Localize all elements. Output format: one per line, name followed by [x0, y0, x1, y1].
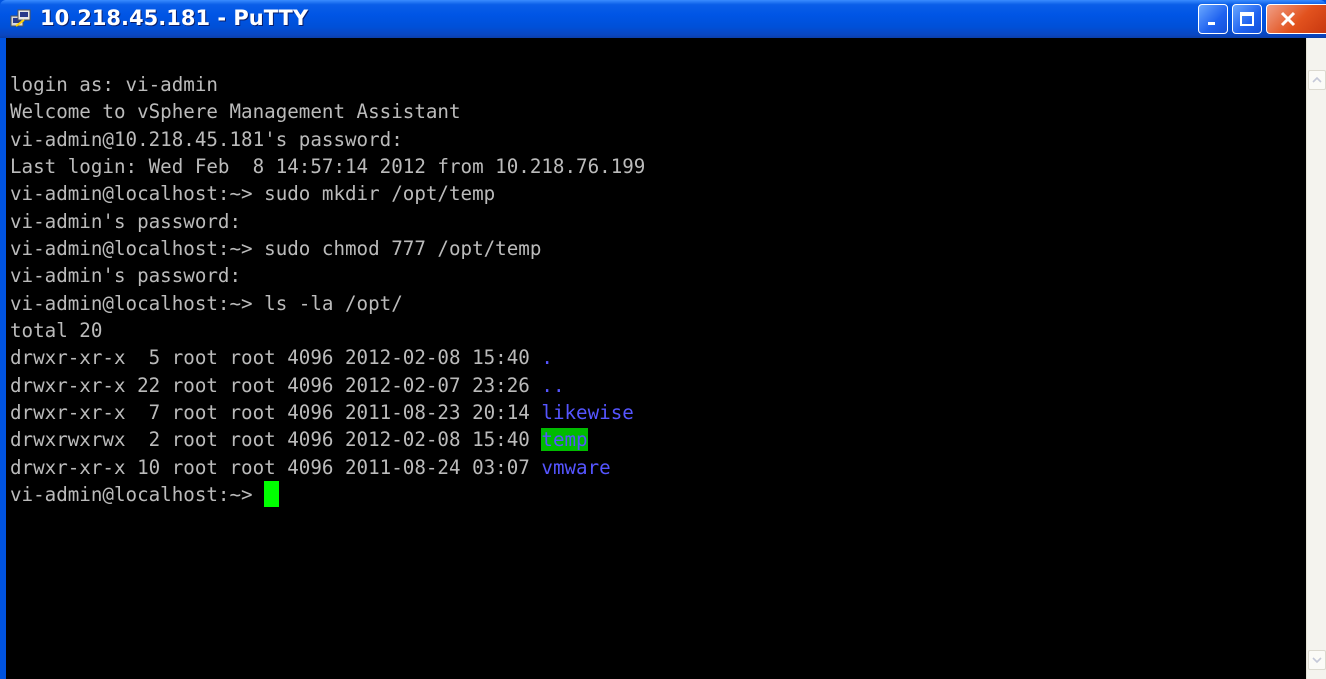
listing-details: drwxr-xr-x 5 root root 4096 2012-02-08 1… [10, 346, 542, 370]
window-title: 10.218.45.181 - PuTTY [40, 6, 309, 30]
listing-row: drwxr-xr-x 5 root root 4096 2012-02-08 1… [6, 344, 1306, 371]
terminal-line: vi-admin@localhost:~> sudo mkdir /opt/te… [10, 182, 496, 206]
terminal-line: vi-admin's password: [10, 209, 242, 233]
listing-row: drwxrwxrwx 2 root root 4096 2012-02-08 1… [6, 426, 1306, 453]
directory-name: vmware [541, 455, 611, 479]
maximize-button[interactable] [1232, 4, 1262, 34]
listing-row: drwxr-xr-x 10 root root 4096 2011-08-24 … [6, 454, 1306, 481]
scroll-up-button[interactable] [1308, 70, 1326, 90]
terminal-line: total 20 [10, 319, 103, 343]
terminal-screen[interactable]: login as: vi-admin Welcome to vSphere Ma… [6, 38, 1306, 679]
terminal-line: login as: vi-admin [10, 73, 218, 96]
listing-row: drwxr-xr-x 7 root root 4096 2011-08-23 2… [6, 399, 1306, 426]
prompt-line[interactable]: vi-admin@localhost:~> [6, 481, 1306, 508]
directory-name-highlighted: temp [541, 428, 588, 452]
listing-row: drwxr-xr-x 22 root root 4096 2012-02-07 … [6, 372, 1306, 399]
putty-icon[interactable] [10, 9, 32, 29]
directory-name: likewise [541, 401, 634, 425]
minimize-icon [1208, 22, 1215, 25]
terminal-line: vi-admin's password: [10, 264, 242, 288]
terminal-line: Last login: Wed Feb 8 14:57:14 2012 from… [10, 155, 646, 179]
listing-details: drwxr-xr-x 10 root root 4096 2011-08-24 … [10, 455, 542, 479]
minimize-button[interactable] [1198, 4, 1228, 34]
listing-details: drwxr-xr-x 7 root root 4096 2011-08-23 2… [10, 401, 542, 425]
terminal-line: vi-admin@localhost:~> sudo chmod 777 /op… [10, 237, 542, 261]
shell-prompt: vi-admin@localhost:~> [10, 483, 265, 507]
maximize-icon [1240, 12, 1254, 26]
scroll-up-arrow-icon [1312, 76, 1322, 83]
putty-window: 10.218.45.181 - PuTTY login as: vi-admin… [0, 0, 1326, 679]
terminal-line: Welcome to vSphere Management Assistant [10, 100, 461, 124]
scroll-down-button[interactable] [1308, 650, 1326, 670]
listing-details: drwxrwxrwx 2 root root 4096 2012-02-08 1… [10, 428, 542, 452]
vertical-scrollbar[interactable] [1306, 38, 1326, 679]
close-icon [1280, 11, 1295, 27]
directory-name: . [541, 346, 553, 370]
terminal-line: vi-admin@10.218.45.181's password: [10, 127, 403, 151]
title-bar[interactable]: 10.218.45.181 - PuTTY [0, 0, 1326, 38]
text-cursor [264, 481, 280, 508]
listing-details: drwxr-xr-x 22 root root 4096 2012-02-07 … [10, 373, 542, 397]
directory-name: .. [541, 373, 565, 397]
close-button[interactable] [1266, 4, 1326, 34]
scroll-down-arrow-icon [1312, 657, 1322, 664]
terminal-line: vi-admin@localhost:~> ls -la /opt/ [10, 291, 403, 315]
